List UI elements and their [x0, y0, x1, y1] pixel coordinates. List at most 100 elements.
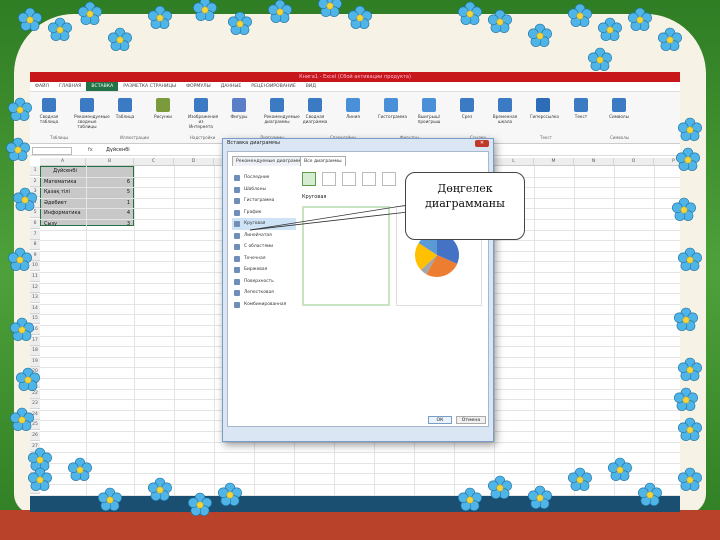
name-box[interactable] — [32, 147, 72, 155]
ribbon-button-icon — [536, 98, 550, 112]
subtype-pie-of-pie[interactable] — [342, 172, 356, 186]
tab-recommended-charts[interactable]: Рекомендуемые диаграммы — [232, 156, 309, 166]
chart-type-item[interactable]: Поверхность — [232, 276, 296, 288]
cell-a[interactable]: Дүйсенбі — [42, 166, 88, 176]
excel-title: Книга1 - Excel (Сбой активации продукта) — [30, 72, 680, 82]
ribbon-button[interactable]: Сводная таблица — [36, 98, 62, 132]
chart-preview-1[interactable] — [302, 206, 390, 306]
column-header[interactable]: B — [86, 158, 134, 166]
row-header[interactable]: 1 — [30, 166, 40, 176]
cell-b[interactable]: 4 — [88, 208, 132, 218]
cell-b[interactable] — [88, 166, 132, 176]
ribbon-tab[interactable]: ФАЙЛ — [30, 82, 54, 91]
ribbon-tab[interactable]: ВИД — [301, 82, 321, 91]
row-header[interactable]: 13 — [30, 293, 40, 304]
forget-me-not-icon — [347, 5, 373, 31]
gridline — [174, 166, 175, 512]
row-header[interactable]: 18 — [30, 346, 40, 357]
ribbon-button[interactable]: Символы — [606, 98, 632, 132]
chart-type-item[interactable]: Линейчатая — [232, 230, 296, 242]
ribbon-button[interactable]: Линия — [340, 98, 366, 132]
row-header[interactable]: 12 — [30, 282, 40, 293]
ribbon-tab[interactable]: ВСТАВКА — [86, 82, 119, 91]
row-header[interactable]: 19 — [30, 356, 40, 367]
row-header[interactable]: 6 — [30, 219, 40, 229]
cell-a[interactable]: Математика — [42, 177, 88, 187]
cell-b[interactable]: 3 — [88, 219, 132, 229]
ribbon-button-label: Таблица — [115, 114, 135, 119]
column-header[interactable]: M — [534, 158, 574, 166]
chart-type-item[interactable]: Последние — [232, 172, 296, 184]
column-header[interactable]: N — [574, 158, 614, 166]
column-header[interactable]: L — [494, 158, 534, 166]
chart-type-item[interactable]: Гистограмма — [232, 195, 296, 207]
cell-a[interactable]: Сызу — [42, 219, 88, 229]
ribbon-button[interactable]: Гистограмма — [378, 98, 407, 132]
forget-me-not-icon — [27, 467, 53, 493]
ribbon-button[interactable]: Срез — [454, 98, 480, 132]
ribbon-button[interactable]: Временная шкала — [492, 98, 518, 132]
ribbon-button[interactable]: Выигрыш/проигрыш — [416, 98, 442, 132]
cell-b[interactable]: 5 — [88, 187, 132, 197]
ribbon-tab[interactable]: ФОРМУЛЫ — [181, 82, 216, 91]
ribbon-group-label: Таблицы — [50, 135, 69, 140]
forget-me-not-icon — [637, 482, 663, 508]
chart-type-item[interactable]: С областями — [232, 241, 296, 253]
row-header[interactable]: 11 — [30, 272, 40, 282]
ribbon-button[interactable]: Текст — [568, 98, 594, 132]
ribbon-button[interactable]: Таблица — [112, 98, 138, 132]
gridline — [40, 452, 680, 454]
cancel-button[interactable]: Отмена — [456, 416, 486, 424]
subtype-bar-of-pie[interactable] — [362, 172, 376, 186]
chart-type-item[interactable]: Биржевая — [232, 264, 296, 276]
ribbon-tab[interactable]: ГЛАВНАЯ — [54, 82, 86, 91]
subtype-doughnut[interactable] — [382, 172, 396, 186]
ribbon-button-label: Сводная диаграмма — [302, 114, 328, 124]
chart-type-item[interactable]: Лепестковая — [232, 287, 296, 299]
row-header[interactable]: 7 — [30, 229, 40, 240]
subtype-pie-3d[interactable] — [322, 172, 336, 186]
ribbon-tab[interactable]: ДАННЫЕ — [216, 82, 247, 91]
chart-type-item[interactable]: Комбинированная — [232, 299, 296, 311]
ribbon-button-label: Срез — [461, 114, 473, 119]
cell-a[interactable]: Информатика — [42, 208, 88, 218]
ribbon-button[interactable]: Рисунки — [150, 98, 176, 132]
ribbon-tab[interactable]: РЕЦЕНЗИРОВАНИЕ — [246, 82, 300, 91]
forget-me-not-icon — [147, 477, 173, 503]
chart-type-item[interactable]: График — [232, 207, 296, 219]
row-header[interactable]: 2 — [30, 176, 40, 187]
cell-a[interactable]: Әдебиет — [42, 198, 88, 208]
ok-button[interactable]: ОК — [428, 416, 452, 424]
forget-me-not-icon — [607, 457, 633, 483]
forget-me-not-icon — [12, 187, 38, 213]
dialog-close-button[interactable]: ✕ — [475, 140, 489, 147]
cell-b[interactable]: 1 — [88, 198, 132, 208]
chart-type-item[interactable]: Шаблоны — [232, 184, 296, 196]
subtype-pie[interactable] — [302, 172, 316, 186]
ribbon-button[interactable]: Рекомендуемые сводные таблицы — [74, 98, 110, 132]
ribbon-button[interactable]: Гиперссылка — [530, 98, 559, 132]
column-header[interactable]: D — [174, 158, 214, 166]
column-header[interactable]: O — [614, 158, 654, 166]
chart-type-item[interactable]: Точечная — [232, 253, 296, 265]
forget-me-not-icon — [587, 47, 613, 73]
cell-b[interactable]: 6 — [88, 177, 132, 187]
formula-value[interactable]: Дүйсенбі — [106, 147, 130, 153]
chart-type-label: Лепестковая — [244, 290, 274, 295]
subtype-label: Круговая — [302, 194, 327, 200]
ribbon-tab[interactable]: РАЗМЕТКА СТРАНИЦЫ — [118, 82, 181, 91]
forget-me-not-icon — [487, 475, 513, 501]
ribbon-button[interactable]: Рекомендуемые диаграммы — [264, 98, 300, 132]
tab-all-charts[interactable]: Все диаграммы — [300, 156, 346, 166]
row-header[interactable]: 14 — [30, 303, 40, 314]
column-header[interactable]: A — [40, 158, 86, 166]
cell-a[interactable]: Қазақ тілі — [42, 187, 88, 197]
ribbon-button-label: Выигрыш/проигрыш — [417, 114, 441, 124]
column-header[interactable]: C — [134, 158, 174, 166]
forget-me-not-icon — [7, 97, 33, 123]
ribbon-button[interactable]: Фигуры — [226, 98, 252, 132]
chart-type-item[interactable]: Круговая — [232, 218, 296, 230]
ribbon-button[interactable]: Изображения из Интернета — [188, 98, 218, 132]
ribbon-button[interactable]: Сводная диаграмма — [302, 98, 328, 132]
ribbon-button-icon — [232, 98, 246, 112]
